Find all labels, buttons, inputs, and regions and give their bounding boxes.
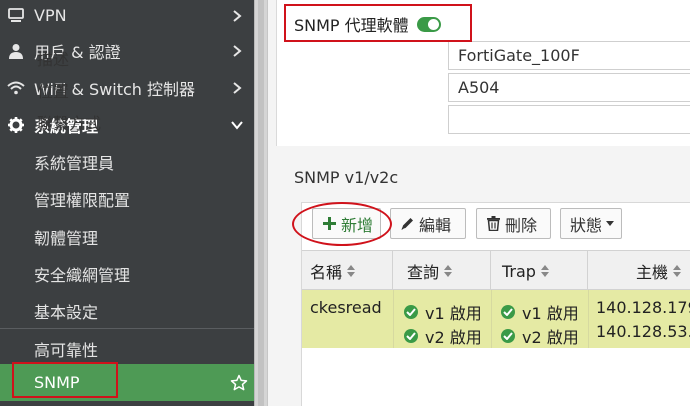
sidebar-item-label: 高可靠性 [34,340,99,360]
cell-query-v2: v2 啟用 [404,324,482,348]
column-header-hosts[interactable]: 主機 [588,251,690,291]
column-divider [491,290,492,348]
monitor-icon [7,7,25,25]
user-icon [7,42,25,60]
chevron-right-icon [230,44,244,58]
sidebar-item-label: 安全織網管理 [34,265,131,285]
sidebar-item-label: 管理權限配置 [34,190,131,210]
column-header-label: 名稱 [310,263,343,282]
cell-text: v2 啟用 [425,328,482,347]
caret-down-icon [606,221,615,226]
column-header-label: Trap [502,261,536,281]
cell-name: ckesread [310,298,382,317]
column-header-trap[interactable]: Trap [491,251,588,291]
trash-icon [485,216,501,232]
annotation-highlight-snmp [12,362,118,398]
cell-host-1: 140.128.179. [596,298,690,317]
sidebar-item-label: VPN [34,6,67,25]
check-circle-icon [501,329,515,343]
column-divider [588,290,589,348]
description-label: 描述 [37,50,70,69]
column-header-label: 主機 [636,263,669,282]
sort-icon [347,265,356,277]
cell-text: v2 啟用 [522,328,579,347]
sort-icon [673,265,682,277]
column-divider [393,290,394,348]
check-circle-icon [404,305,418,319]
delete-button[interactable]: 刪除 [476,208,551,239]
status-dropdown[interactable]: 狀態 [560,208,622,239]
location-label: 位置 [37,82,70,101]
sort-icon [540,265,549,277]
annotation-highlight-new [292,202,392,246]
sort-icon [444,265,453,277]
star-icon[interactable] [230,374,248,392]
chevron-down-icon [230,118,244,132]
column-header-label: 查詢 [407,263,440,282]
check-circle-icon [404,329,418,343]
cell-query-v1: v1 啟用 [404,300,482,324]
location-field[interactable]: A504 [448,73,690,102]
contact-label: 聯繫方式 [37,114,102,133]
contact-field[interactable] [448,105,690,134]
chevron-right-icon [230,81,244,95]
pencil-icon [399,216,415,232]
sidebar-item-firmware[interactable]: 韌體管理 [0,218,254,255]
sidebar-item-admin-profiles[interactable]: 管理權限配置 [0,180,254,217]
sidebar-item-label: 系統管理員 [34,153,115,173]
sidebar-item-label: 基本設定 [34,302,99,322]
sidebar-item-label: 韌體管理 [34,228,99,248]
section-title: SNMP v1/v2c [294,168,399,187]
sidebar-item-settings[interactable]: 基本設定 [0,292,254,329]
sidebar-divider [0,328,254,329]
sidebar-item-administrators[interactable]: 系統管理員 [0,143,254,180]
description-value: FortiGate_100F [458,46,580,65]
cell-trap-v2: v2 啟用 [501,324,579,348]
column-header-name[interactable]: 名稱 [302,251,393,291]
sidebar-item-vpn[interactable]: VPN [0,0,254,34]
gear-icon [7,116,25,134]
annotation-highlight-agent [284,4,472,42]
sidebar-item-fabric-management[interactable]: 安全織網管理 [0,255,254,292]
cell-trap-v1: v1 啟用 [501,300,579,324]
table-header: 名稱 查詢 Trap 主機 [302,250,690,291]
cell-text: v1 啟用 [425,304,482,323]
column-header-query[interactable]: 查詢 [393,251,491,291]
description-field[interactable]: FortiGate_100F [448,41,690,70]
cell-text: v1 啟用 [522,304,579,323]
cell-host-2: 140.128.53.2 [596,322,690,341]
edit-button[interactable]: 編輯 [390,208,466,239]
status-dropdown-label: 狀態 [570,215,603,235]
delete-button-label: 刪除 [505,215,538,235]
wifi-icon [7,79,25,97]
check-circle-icon [501,305,515,319]
chevron-right-icon [230,9,244,23]
edit-button-label: 編輯 [419,215,452,235]
pane-splitter[interactable] [254,0,268,406]
location-value: A504 [458,78,500,97]
